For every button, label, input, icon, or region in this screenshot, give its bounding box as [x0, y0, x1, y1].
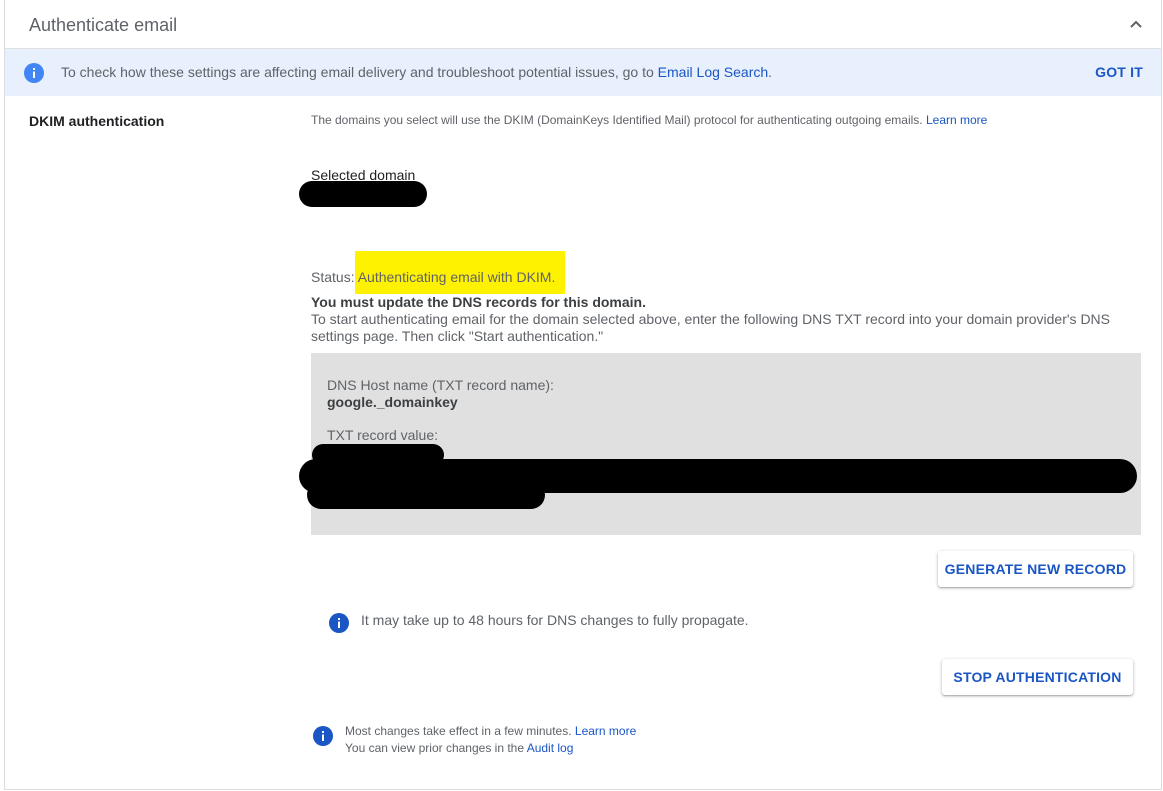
changes-note: Most changes take effect in a few minute… — [345, 724, 637, 738]
propagation-note: It may take up to 48 hours for DNS chang… — [361, 612, 749, 628]
info-banner: To check how these settings are affectin… — [5, 49, 1161, 96]
stop-authentication-button[interactable]: STOP AUTHENTICATION — [942, 659, 1133, 695]
status-line: Status: Authenticating email with DKIM. — [311, 269, 556, 285]
txt-record-label: TXT record value: — [327, 427, 439, 443]
chevron-up-icon[interactable] — [1129, 17, 1143, 31]
redacted-domain — [299, 181, 427, 207]
settings-card: Authenticate email To check how these se… — [4, 0, 1162, 790]
banner-message: To check how these settings are affectin… — [61, 64, 773, 80]
audit-log-note: You can view prior changes in the Audit … — [345, 741, 574, 755]
host-name-value: google._domainkey — [327, 394, 458, 410]
generate-new-record-button[interactable]: GENERATE NEW RECORD — [938, 551, 1133, 587]
audit-log-link[interactable]: Audit log — [527, 741, 574, 755]
dns-record-box: DNS Host name (TXT record name): google.… — [299, 353, 1141, 535]
learn-more-link[interactable]: Learn more — [926, 113, 987, 127]
section-title: Authenticate email — [29, 15, 178, 35]
info-icon — [329, 613, 349, 633]
host-name-label: DNS Host name (TXT record name): — [327, 377, 554, 393]
dkim-description: The domains you select will use the DKIM… — [311, 113, 988, 127]
redacted-txt-record — [307, 481, 545, 509]
dns-update-warning: You must update the DNS records for this… — [311, 294, 646, 310]
section-header[interactable]: Authenticate email — [5, 0, 1161, 49]
status-value: Authenticating email with DKIM. — [357, 269, 556, 285]
got-it-button[interactable]: GOT IT — [1095, 64, 1143, 80]
dkim-label: DKIM authentication — [29, 113, 165, 129]
email-log-search-link[interactable]: Email Log Search — [658, 64, 769, 80]
info-icon — [313, 726, 333, 746]
footer-learn-more-link[interactable]: Learn more — [575, 724, 636, 738]
dns-instructions: To start authenticating email for the do… — [311, 311, 1111, 344]
info-icon — [24, 63, 44, 83]
